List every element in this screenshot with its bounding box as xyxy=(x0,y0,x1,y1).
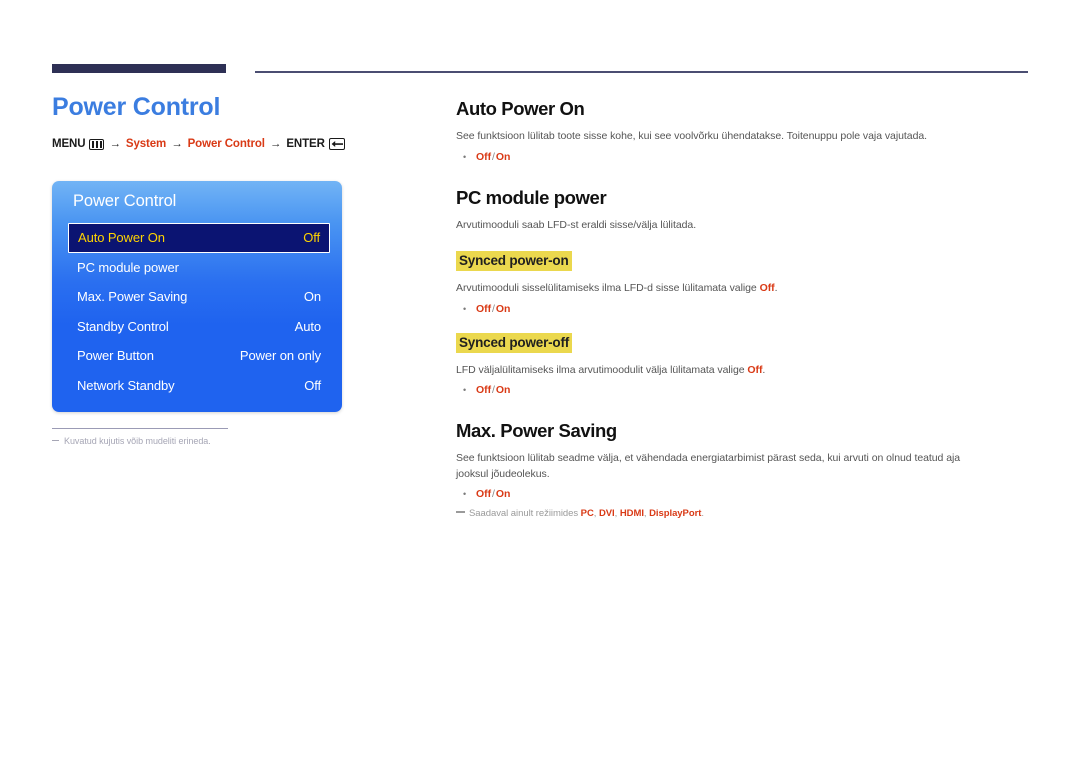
footnote-mode-pc: PC xyxy=(580,508,594,519)
osd-item-value: Off xyxy=(304,377,321,393)
left-column: Power Control MENU → System → Power Cont… xyxy=(52,92,412,150)
section-heading-max-power-saving: Max. Power Saving xyxy=(456,420,617,441)
footnote-text: Kuvatud kujutis võib mudeliti erineda. xyxy=(64,436,211,446)
max-power-saving-body: See funktsioon lülitab seadme välja, et … xyxy=(456,452,961,480)
subheading-synced-power-off: Synced power-off xyxy=(456,332,573,353)
footnote-dash-icon xyxy=(456,511,465,513)
breadcrumb-arrow-2: → xyxy=(171,138,183,150)
header-thin-rule xyxy=(255,71,1028,73)
option-on[interactable]: On xyxy=(496,303,511,315)
bullet-dot-icon: • xyxy=(463,489,467,499)
page-title: Power Control xyxy=(52,93,221,121)
footnote-row: Kuvatud kujutis võib mudeliti erineda. xyxy=(52,436,342,446)
header-thick-rule xyxy=(52,64,226,73)
section-heading-auto-power-on: Auto Power On xyxy=(456,98,585,119)
footnote-post: . xyxy=(701,508,704,519)
footnote-mode-hdmi: HDMI xyxy=(619,508,644,519)
synced-power-off-body-bold: Off xyxy=(747,363,763,376)
option-pair: Off/On xyxy=(476,303,510,315)
osd-panel-title: Power Control xyxy=(73,192,177,210)
footnote-pre: Saadaval ainult režiimides xyxy=(469,508,581,519)
right-column: Auto Power On See funktsioon lülitab too… xyxy=(456,98,1028,519)
osd-item-max-power-saving[interactable]: Max. Power Saving On xyxy=(68,282,330,312)
osd-item-label: Network Standby xyxy=(77,377,175,393)
synced-power-on-body: Arvutimooduli sisselülitamiseks ilma LFD… xyxy=(456,281,991,297)
synced-power-off-body: LFD väljalülitamiseks ilma arvutimooduli… xyxy=(456,363,991,379)
osd-item-network-standby[interactable]: Network Standby Off xyxy=(68,371,330,401)
osd-item-value: On xyxy=(303,289,321,305)
option-off[interactable]: Off xyxy=(476,488,491,500)
subheading-synced-power-on: Synced power-on xyxy=(456,251,572,271)
auto-power-on-options: • Off/On xyxy=(456,151,1028,163)
option-on[interactable]: On xyxy=(496,151,511,163)
synced-power-on-body-pre: Arvutimooduli sisselülitamiseks ilma LFD… xyxy=(456,282,760,294)
breadcrumb-arrow-3: → xyxy=(269,138,282,150)
osd-item-label: Standby Control xyxy=(77,318,169,334)
footnote-mode-dvi: DVI xyxy=(598,508,615,519)
option-on[interactable]: On xyxy=(496,488,511,500)
section-heading-pc-module-power: PC module power xyxy=(456,186,607,208)
bullet-dot-icon: • xyxy=(463,151,467,162)
footnote-rule xyxy=(52,428,228,429)
osd-item-label: Auto Power On xyxy=(78,230,165,246)
synced-power-off-options: • Off/On xyxy=(456,384,1028,396)
max-power-saving-footnote: Saadaval ainult režiimides PC, DVI, HDMI… xyxy=(456,508,1028,519)
option-pair: Off/On xyxy=(476,488,510,500)
synced-power-on-body-post: . xyxy=(774,282,778,294)
option-pair: Off/On xyxy=(476,384,510,396)
synced-power-off-body-pre: LFD väljalülitamiseks ilma arvutimooduli… xyxy=(456,363,748,376)
breadcrumb-path-power-control: Power Control xyxy=(187,138,265,150)
subheading-synced-power-off-wrap: Synced power-off xyxy=(456,332,1028,353)
subheading-synced-power-on-wrap: Synced power-on xyxy=(456,251,1028,271)
osd-item-standby-control[interactable]: Standby Control Auto xyxy=(68,312,330,342)
option-on[interactable]: On xyxy=(496,384,511,396)
synced-power-off-body-post: . xyxy=(762,363,766,376)
breadcrumb-arrow-1: → xyxy=(109,138,121,150)
option-off[interactable]: Off xyxy=(476,303,491,315)
osd-item-value: Power on only xyxy=(239,348,321,364)
breadcrumb-menu-label: MENU xyxy=(52,138,86,150)
footnote-dash-icon xyxy=(52,439,59,441)
breadcrumb-enter-label: ENTER xyxy=(286,138,325,150)
pc-module-power-body: Arvutimooduli saab LFD-st eraldi sisse/v… xyxy=(456,218,697,231)
breadcrumb-path-system: System xyxy=(125,138,167,150)
option-off[interactable]: Off xyxy=(476,151,491,163)
osd-item-label: Power Button xyxy=(77,348,154,364)
osd-item-pc-module-power[interactable]: PC module power xyxy=(68,253,330,283)
auto-power-on-body: See funktsioon lülitab toote sisse kohe,… xyxy=(456,130,928,142)
osd-item-auto-power-on[interactable]: Auto Power On Off xyxy=(68,223,330,253)
osd-item-value: Off xyxy=(303,230,320,246)
enter-return-icon xyxy=(328,138,345,150)
osd-item-label: PC module power xyxy=(77,259,179,275)
bullet-dot-icon: • xyxy=(463,385,467,395)
menu-bars-icon xyxy=(89,138,105,150)
document-page: Power Control MENU → System → Power Cont… xyxy=(0,0,1080,763)
osd-item-label: Max. Power Saving xyxy=(77,289,188,305)
synced-power-on-options: • Off/On xyxy=(456,303,1028,315)
osd-footnote: Kuvatud kujutis võib mudeliti erineda. xyxy=(52,428,342,446)
footnote-mode-displayport: DisplayPort xyxy=(649,508,702,519)
bullet-dot-icon: • xyxy=(463,303,467,314)
synced-power-on-body-bold: Off xyxy=(759,282,775,294)
option-pair: Off/On xyxy=(476,151,510,163)
option-off[interactable]: Off xyxy=(476,384,491,396)
osd-item-value: Auto xyxy=(294,318,321,334)
osd-panel: Power Control Auto Power On Off PC modul… xyxy=(52,181,342,412)
osd-menu-list: Auto Power On Off PC module power Max. P… xyxy=(68,223,330,400)
header-rules xyxy=(52,64,1028,76)
osd-item-power-button[interactable]: Power Button Power on only xyxy=(68,341,330,371)
footnote-content: Saadaval ainult režiimides PC, DVI, HDMI… xyxy=(469,508,704,519)
breadcrumb: MENU → System → Power Control → ENTER xyxy=(52,138,412,150)
max-power-saving-options: • Off/On xyxy=(456,488,1028,500)
